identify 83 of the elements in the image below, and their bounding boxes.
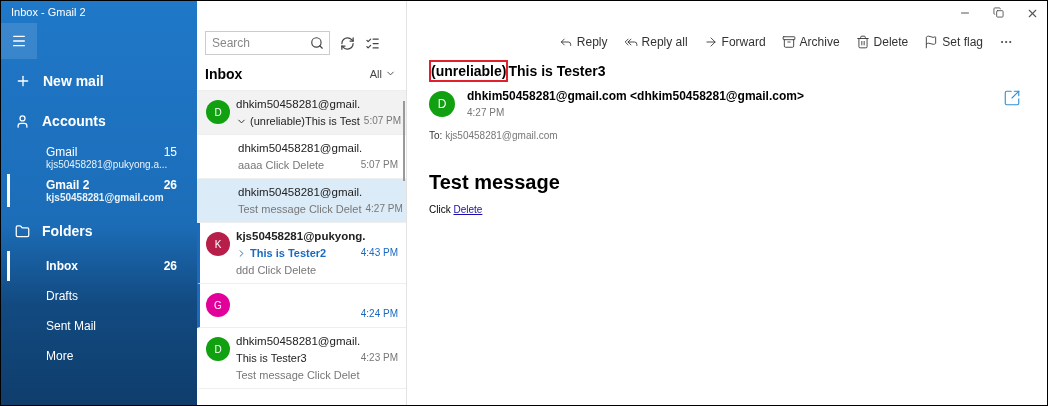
subject-text: This is Tester3	[508, 62, 606, 80]
folder-name: Drafts	[46, 289, 79, 303]
menu-icon	[11, 33, 27, 49]
accounts-header[interactable]: Accounts	[1, 101, 197, 141]
folder-name: Inbox	[46, 259, 79, 273]
checklist-icon	[365, 35, 380, 51]
preview-text: ddd Click Delete	[236, 263, 318, 277]
account-name: Gmail 2	[46, 178, 91, 192]
sender-name: dhkim50458281@gmail.	[238, 141, 364, 155]
unread-count: 26	[163, 259, 177, 273]
folders-header[interactable]: Folders	[1, 211, 197, 251]
plus-icon	[15, 73, 31, 89]
reply-button[interactable]: Reply	[558, 29, 608, 55]
time-text: 4:27 PM	[467, 107, 506, 118]
preview-text: Test message Click Delet	[238, 202, 362, 216]
menu-button[interactable]	[1, 23, 37, 59]
time-text: 4:27 PM	[365, 202, 403, 216]
right-arrow-icon	[703, 35, 718, 49]
trash-icon	[855, 35, 870, 49]
unread-count: 26	[163, 178, 177, 192]
folder-icon	[15, 223, 30, 239]
sender-name: dhkim50458281@gmail.	[238, 185, 364, 199]
subject-annotation: (unreliable)	[429, 60, 509, 82]
subject-text: This is Tester2	[250, 246, 327, 260]
avatar: D	[429, 91, 455, 117]
sync-icon	[340, 35, 355, 51]
unread-count: 15	[163, 145, 177, 159]
time-text: 5:07 PM	[363, 114, 402, 128]
account-name: Gmail	[46, 145, 79, 159]
scrollbar[interactable]	[403, 101, 405, 181]
folder-item[interactable]: Sent Mail	[7, 311, 197, 341]
search-field[interactable]: Search	[205, 31, 330, 55]
avatar: D	[206, 100, 230, 124]
close-icon[interactable]	[1026, 7, 1039, 20]
folder-name: Sent Mail	[46, 319, 98, 333]
subject-text: This is Tester3	[236, 351, 307, 365]
person-icon	[15, 113, 30, 129]
restore-icon[interactable]	[993, 7, 1004, 18]
message-item[interactable]: D dhkim50458281@gmail. (unreliable)This is Test 5:07 PM	[197, 91, 406, 135]
filter-dropdown[interactable]: All	[369, 67, 396, 80]
delete-link[interactable]: Delete	[453, 204, 483, 215]
time-text: 4:43 PM	[360, 246, 398, 260]
preview-text: aaaa Click Delete	[238, 158, 325, 172]
account-item[interactable]: Gmail 15 kjs50458281@pukyong.a...	[7, 141, 197, 174]
preview-text: Test message Click Delet	[236, 368, 361, 382]
flag-icon	[924, 35, 939, 49]
select-button[interactable]	[365, 35, 380, 51]
subject-text: (unreliable)This is Test	[250, 114, 360, 128]
archive-button[interactable]: Archive	[781, 29, 840, 55]
flag-button[interactable]: Set flag	[924, 29, 983, 55]
pop-out-icon[interactable]	[1003, 89, 1021, 107]
account-email: kjs50458281@gmail.com	[46, 192, 165, 203]
sync-button[interactable]	[340, 35, 355, 51]
reply-arrow-icon	[558, 35, 573, 49]
body-heading: Test message	[429, 171, 561, 194]
message-item[interactable]: G 4:24 PM	[197, 284, 406, 328]
avatar: D	[206, 337, 230, 361]
forward-button[interactable]: Forward	[703, 29, 766, 55]
folder-item[interactable]: More	[7, 341, 197, 371]
account-email: kjs50458281@pukyong.a...	[46, 159, 169, 170]
message-item[interactable]: dhkim50458281@gmail. Test message Click Delet 4:27 PM	[197, 179, 406, 223]
sender-name: dhkim50458281@gmail.	[236, 334, 362, 348]
sender-name: kjs50458281@pukyong.	[236, 229, 367, 243]
time-text: 4:23 PM	[360, 351, 398, 365]
folder-name: More	[46, 349, 75, 363]
delete-button[interactable]: Delete	[855, 29, 909, 55]
recipient-line: To: kjs50458281@gmail.com	[429, 130, 559, 141]
message-item[interactable]: K kjs50458281@pukyong. This is Tester2 4:43 PM ddd Click Delete	[197, 223, 406, 284]
sender-name: dhkim50458281@gmail.	[236, 97, 362, 111]
window-title: Inbox - Gmail 2	[10, 5, 87, 20]
reply-all-button[interactable]: Reply all	[623, 29, 688, 55]
folder-title: Inbox	[205, 65, 243, 82]
avatar: G	[206, 293, 230, 317]
time-text: 5:07 PM	[360, 158, 398, 172]
chevron-right-icon[interactable]	[236, 247, 247, 259]
folder-item[interactable]: Drafts	[7, 281, 197, 311]
archive-box-icon	[781, 35, 796, 49]
body-text: Click Delete	[429, 204, 484, 215]
sender-address: dhkim50458281@gmail.com <dhkim50458281@gmail.com>	[467, 89, 805, 103]
time-text: 4:24 PM	[360, 307, 398, 321]
new-mail-button[interactable]: New mail	[1, 61, 197, 101]
avatar: K	[206, 232, 230, 256]
search-icon[interactable]	[310, 36, 324, 50]
